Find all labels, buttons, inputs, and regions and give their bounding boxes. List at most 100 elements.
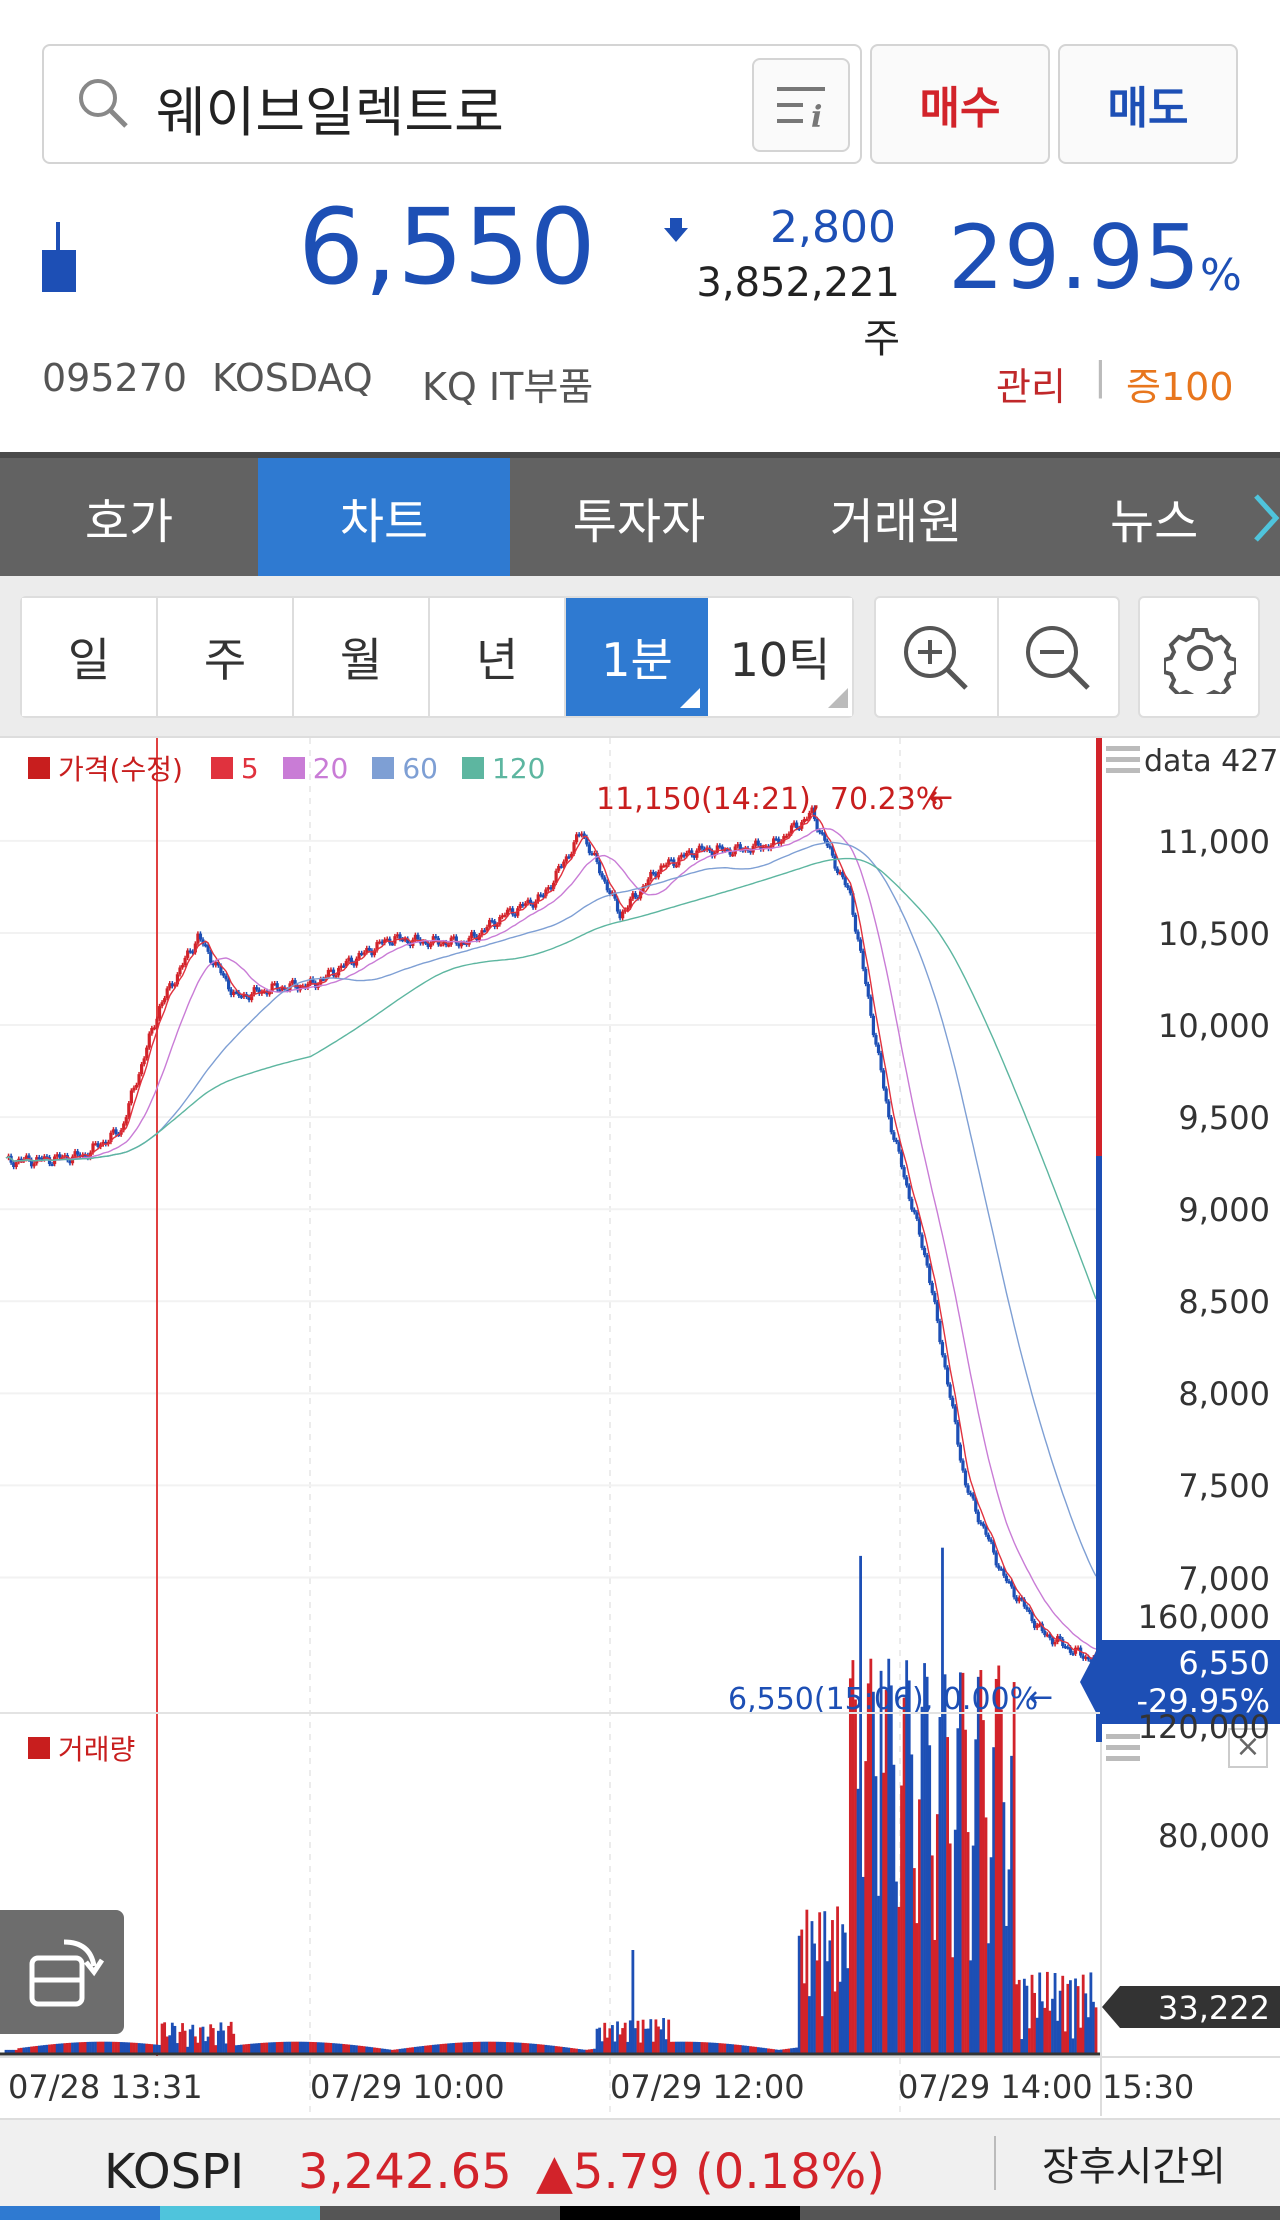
chevron-right-icon[interactable]	[1252, 494, 1280, 542]
volume-bar	[884, 1689, 888, 2054]
volume-title: 거래량	[58, 1733, 136, 1766]
volume-bar	[106, 2041, 110, 2054]
volume-bar	[442, 2043, 445, 2054]
volume-bar	[518, 2042, 522, 2054]
tab-chart[interactable]: 차트	[258, 458, 510, 576]
candle	[140, 1064, 144, 1075]
volume-bar	[836, 1906, 839, 2054]
volume-bar	[1079, 2027, 1083, 2054]
search-input[interactable]: 웨이브일렉트로	[156, 68, 504, 147]
volume-bar	[145, 2043, 149, 2054]
volume-bar	[943, 1674, 947, 2054]
volume-bar	[1076, 1986, 1080, 2054]
volume-bar	[969, 1960, 973, 2054]
volume-bar	[718, 2043, 722, 2054]
zoom-out-icon[interactable]	[1022, 622, 1094, 694]
period-week[interactable]: 주	[158, 598, 294, 716]
period-day[interactable]: 일	[22, 598, 158, 716]
zoom-in-icon[interactable]	[900, 622, 972, 694]
volume-bar	[723, 2043, 727, 2054]
candle	[183, 957, 187, 966]
candle	[587, 844, 591, 854]
volume-bar	[293, 2041, 297, 2054]
high-annotation: 11,150(14:21), 70.23%	[596, 782, 945, 817]
volume-bar	[275, 2042, 279, 2054]
volume-bar	[818, 1912, 822, 2054]
ma20-line	[5, 827, 1097, 1650]
legend-swatch-price	[28, 757, 50, 779]
volume-bar	[94, 2041, 97, 2054]
handle-icon[interactable]	[1104, 742, 1142, 778]
candle	[981, 1523, 986, 1527]
volume-bar	[928, 1745, 932, 2054]
candle	[889, 1117, 893, 1133]
volume-bar	[1092, 2001, 1095, 2054]
tab-investor[interactable]: 투자자	[510, 458, 768, 576]
tab-orderbook[interactable]: 호가	[0, 458, 258, 576]
volume-bar	[644, 2028, 648, 2054]
handle-icon[interactable]	[1104, 1730, 1142, 1766]
after-hours-button[interactable]: 장후시간외	[1042, 2134, 1226, 2192]
search-box[interactable]: 웨이브일렉트로 i	[42, 44, 862, 164]
volume-bar	[708, 2042, 712, 2054]
candle	[818, 830, 822, 833]
volume-bar	[705, 2042, 709, 2054]
volume-bar	[682, 2041, 686, 2054]
candle	[180, 965, 185, 968]
volume-bar	[71, 2042, 74, 2054]
volume-bar	[989, 1857, 993, 2054]
panel-divider	[0, 1712, 1100, 1714]
buy-button[interactable]: 매수	[870, 44, 1050, 164]
rotate-button[interactable]	[0, 1910, 124, 2034]
legend-swatch-ma20	[282, 757, 305, 779]
volume-bar	[301, 2041, 305, 2054]
candle	[876, 1044, 881, 1054]
volume-bar	[838, 1981, 842, 2054]
volume-bar	[1022, 1978, 1026, 2054]
tab-news[interactable]: 뉴스	[1024, 458, 1280, 576]
price-change: 2,800	[770, 202, 896, 253]
candle	[994, 1552, 998, 1566]
volume-bar	[495, 2041, 499, 2054]
volume-bar	[859, 1555, 863, 2054]
candle	[894, 1139, 899, 1142]
volume-bar	[800, 1929, 804, 2054]
chart-area[interactable]	[0, 738, 1100, 2116]
candle	[874, 1035, 878, 1045]
settings-button[interactable]	[1138, 596, 1260, 718]
candle	[255, 987, 259, 990]
candle	[951, 1397, 955, 1407]
candle	[511, 908, 515, 915]
volume-bar	[506, 2042, 509, 2054]
price-axis-label: 9,500	[1178, 1099, 1270, 1138]
volume-bar	[1007, 1869, 1011, 2054]
period-year[interactable]: 년	[430, 598, 566, 716]
volume-bar	[608, 2028, 612, 2054]
left-arrow-icon: ←	[1028, 1680, 1054, 1715]
chart-legend: 가격(수정) 5 20 60 120	[28, 748, 545, 788]
candle	[846, 885, 850, 888]
candle	[866, 984, 870, 997]
candle	[963, 1470, 968, 1486]
volume-bar	[664, 2039, 668, 2054]
candle	[605, 881, 609, 891]
volume-bar	[877, 1895, 880, 2054]
volume-bar	[129, 2042, 133, 2054]
volume-bar	[104, 2041, 108, 2054]
volume-bar	[866, 1683, 870, 2054]
volume-bar	[467, 2042, 471, 2054]
stock-info-button[interactable]: i	[752, 58, 850, 152]
volume-bar	[987, 1943, 990, 2054]
volume-bar	[534, 2043, 538, 2054]
volume-bar	[160, 2023, 164, 2054]
volume-bar	[339, 2043, 343, 2054]
volume-bar	[109, 2041, 113, 2054]
period-month[interactable]: 월	[294, 598, 430, 716]
volume-bar	[1061, 1975, 1065, 2054]
candle	[864, 969, 868, 985]
tab-broker[interactable]: 거래원	[768, 458, 1024, 576]
sell-button[interactable]: 매도	[1058, 44, 1238, 164]
volume-bar	[667, 2019, 671, 2054]
volume-bar	[170, 2022, 174, 2054]
candle	[997, 1565, 1001, 1569]
